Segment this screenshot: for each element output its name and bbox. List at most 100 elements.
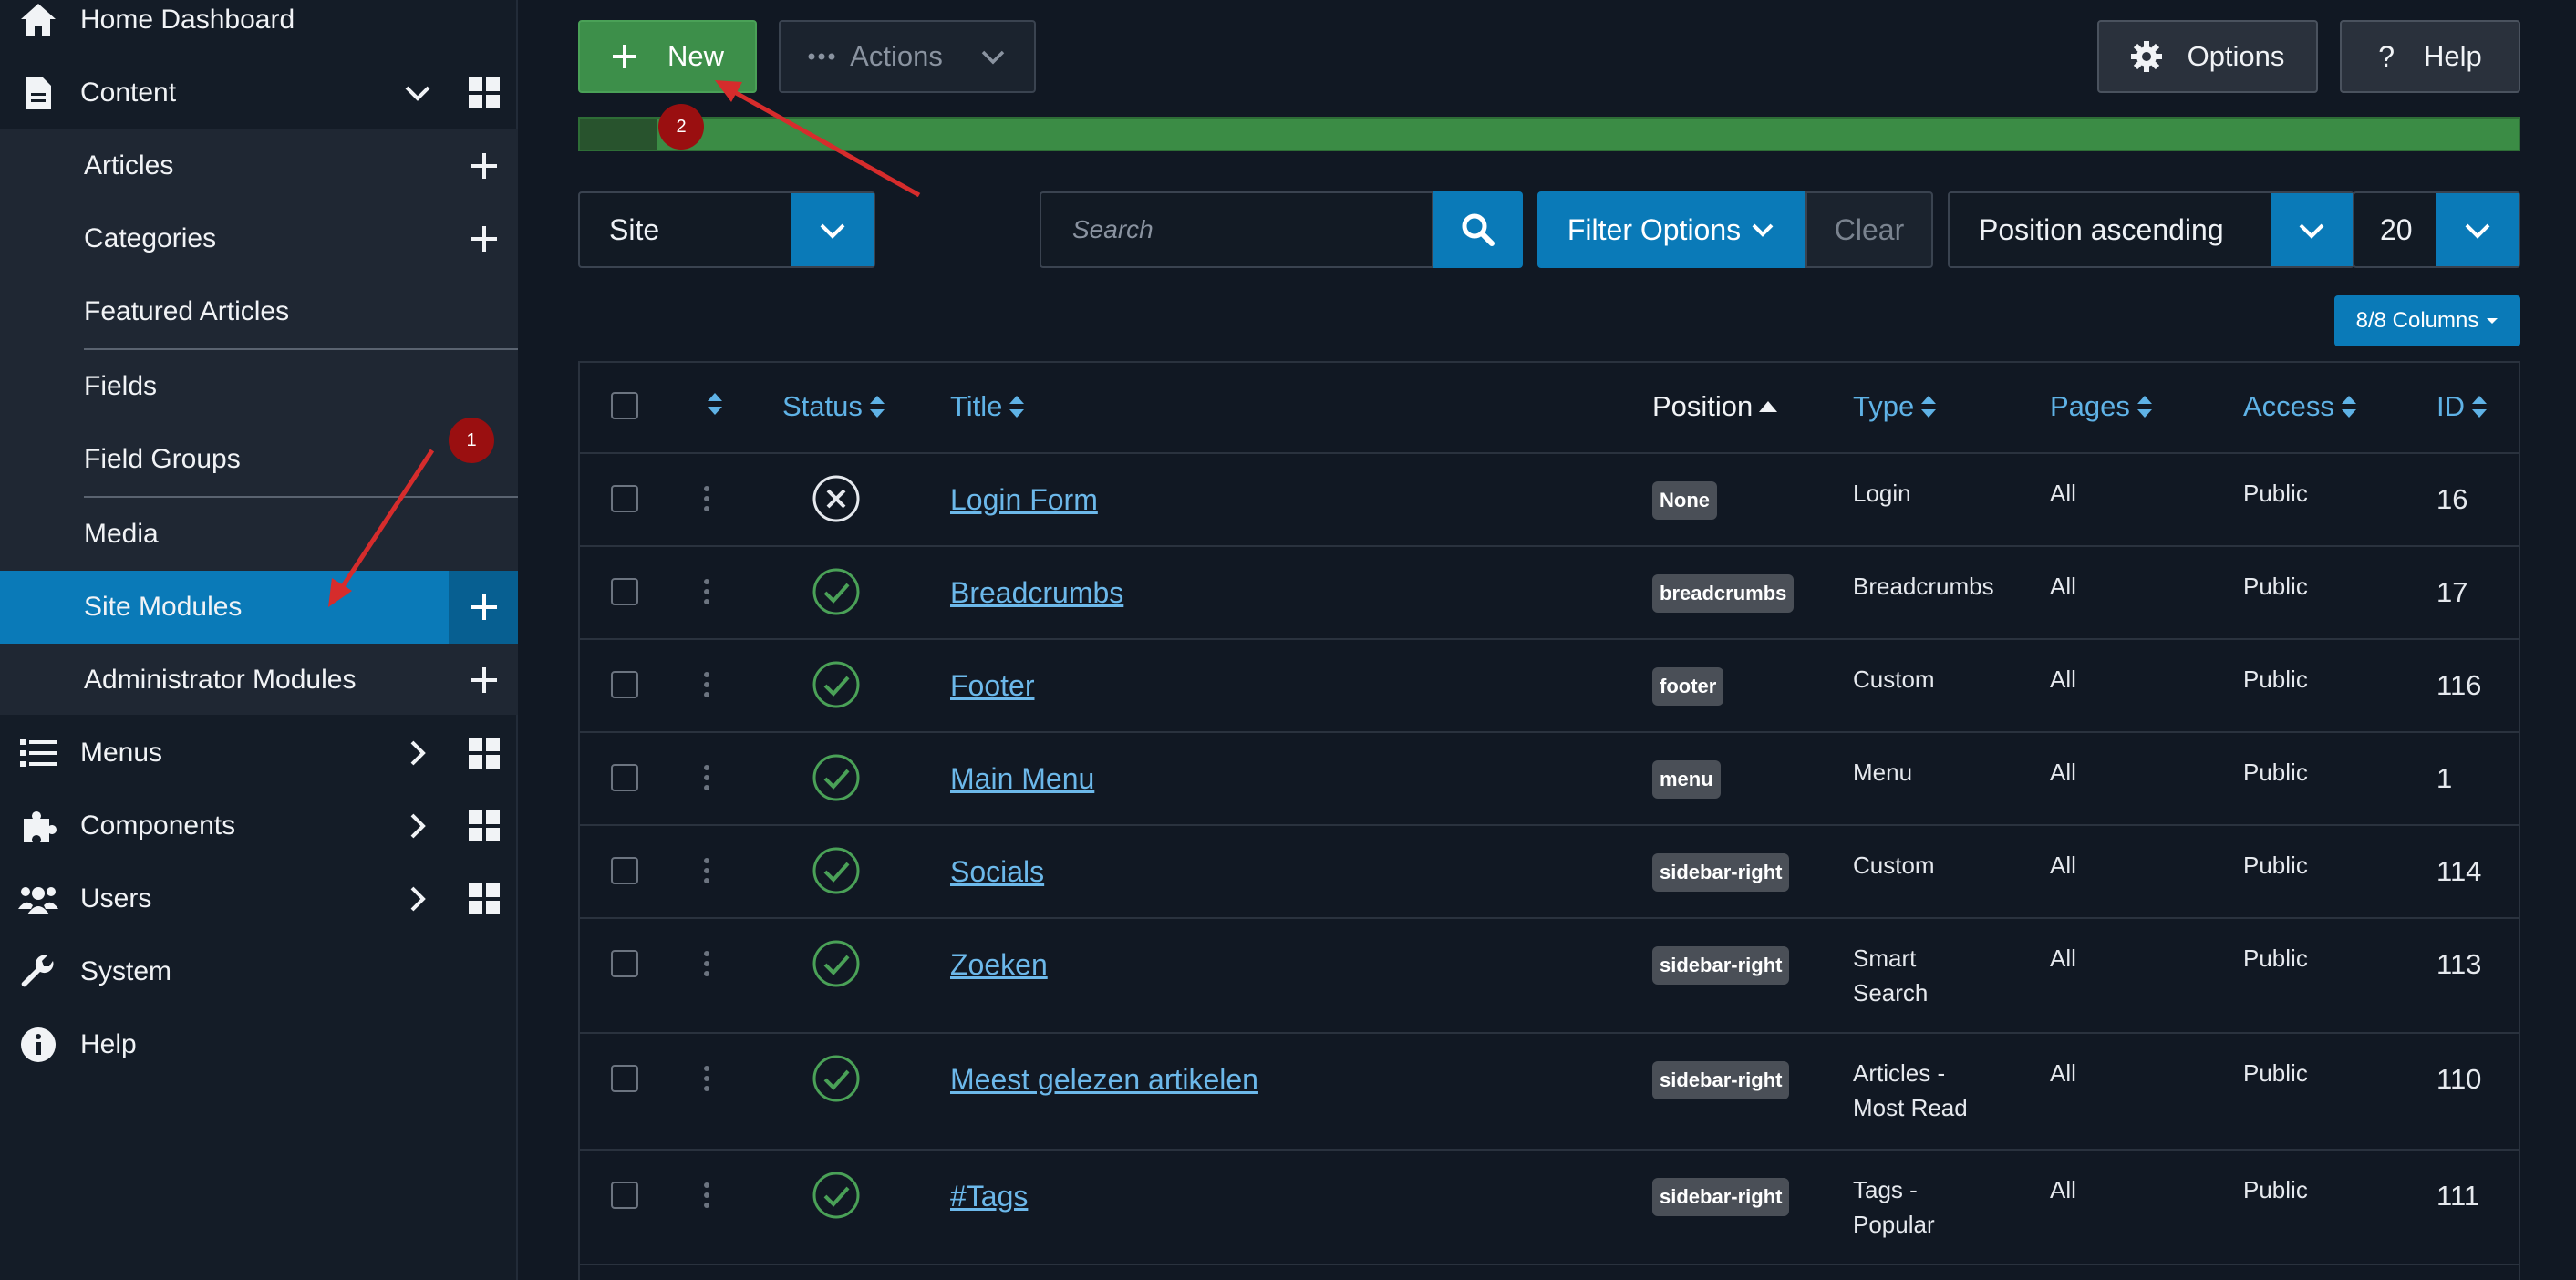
select-all-checkbox[interactable]: [611, 392, 638, 419]
chevron-down-icon[interactable]: [401, 77, 434, 109]
sidebar-item-administrator-modules[interactable]: Administrator Modules: [0, 644, 518, 717]
chevron-right-icon[interactable]: [401, 883, 434, 915]
sidebar-item-media[interactable]: Media: [0, 498, 518, 571]
columns-dropdown-button[interactable]: 8/8 Columns: [2334, 295, 2520, 346]
sidebar-item-help[interactable]: Help: [0, 1008, 518, 1081]
drag-handle-icon[interactable]: [702, 1065, 711, 1092]
published-check-icon[interactable]: [812, 939, 861, 988]
new-button[interactable]: New: [578, 20, 757, 93]
sidebar-item-content[interactable]: Content: [0, 57, 518, 129]
type-sort-header[interactable]: Type: [1853, 390, 1938, 423]
sort-icon: [1009, 396, 1025, 418]
ellipsis-icon: [808, 53, 835, 60]
filter-options-button[interactable]: Filter Options: [1537, 191, 1805, 268]
module-title-link[interactable]: Main Menu: [950, 762, 1094, 796]
sidebar-item-site-modules[interactable]: Site Modules: [0, 571, 518, 644]
sidebar-item-menus[interactable]: Menus: [0, 717, 518, 790]
published-check-icon[interactable]: [812, 1054, 861, 1103]
title-sort-header[interactable]: Title: [950, 390, 1026, 423]
limit-select[interactable]: 20: [2353, 191, 2520, 268]
drag-handle-icon[interactable]: [702, 950, 711, 977]
access-sort-header[interactable]: Access: [2243, 390, 2358, 423]
ordering-sort-header[interactable]: [706, 390, 724, 418]
published-check-icon[interactable]: [812, 660, 861, 709]
options-button-label: Options: [2187, 40, 2285, 72]
chevron-down-icon: [791, 193, 874, 266]
position-sort-header[interactable]: Position: [1652, 390, 1778, 423]
type-cell: Smart Search: [1853, 941, 1928, 1010]
row-checkbox[interactable]: [611, 671, 638, 698]
sidebar-item-articles[interactable]: Articles: [0, 129, 518, 202]
dashboard-grid-icon[interactable]: [469, 883, 500, 914]
unpublished-x-icon[interactable]: [812, 474, 861, 523]
options-button[interactable]: Options: [2097, 20, 2318, 93]
sidebar-item-components[interactable]: Components: [0, 790, 518, 862]
row-checkbox[interactable]: [611, 1065, 638, 1092]
table-row: Login Form None Login All Public 16: [580, 454, 2519, 547]
help-button[interactable]: ? Help: [2340, 20, 2520, 93]
clear-button[interactable]: Clear: [1805, 191, 1933, 268]
row-checkbox[interactable]: [611, 578, 638, 605]
ordering-select[interactable]: Position ascending: [1948, 191, 2354, 268]
sidebar-item-users[interactable]: Users: [0, 862, 518, 935]
module-title-link[interactable]: Login Form: [950, 483, 1098, 517]
search-button[interactable]: [1433, 191, 1523, 268]
status-sort-header[interactable]: Status: [782, 390, 886, 423]
module-title-link[interactable]: Meest gelezen artikelen: [950, 1063, 1258, 1097]
position-badge: menu: [1652, 760, 1721, 799]
published-check-icon[interactable]: [812, 753, 861, 802]
drag-handle-icon[interactable]: [702, 764, 711, 791]
id-sort-header[interactable]: ID: [2436, 390, 2488, 423]
module-title-link[interactable]: #Tags: [950, 1180, 1028, 1213]
sidebar-item-fields[interactable]: Fields: [0, 350, 518, 423]
chevron-right-icon[interactable]: [401, 810, 434, 842]
actions-button[interactable]: Actions: [779, 20, 1036, 93]
sidebar-item-field-groups[interactable]: Field Groups: [0, 423, 518, 496]
plus-icon[interactable]: [469, 223, 500, 254]
drag-handle-icon[interactable]: [702, 671, 711, 698]
sidebar-item-label: Home Dashboard: [80, 5, 295, 35]
chevron-down-icon: [2271, 193, 2353, 266]
sidebar-item-home-dashboard[interactable]: Home Dashboard: [0, 0, 518, 57]
row-checkbox[interactable]: [611, 950, 638, 977]
client-select[interactable]: Site: [578, 191, 875, 268]
dashboard-grid-icon[interactable]: [469, 77, 500, 108]
annotation-marker-2: 2: [658, 104, 704, 150]
module-title-link[interactable]: Breadcrumbs: [950, 576, 1123, 610]
sidebar-item-categories[interactable]: Categories: [0, 202, 518, 275]
row-checkbox[interactable]: [611, 1182, 638, 1209]
sidebar-item-system[interactable]: System: [0, 935, 518, 1008]
published-check-icon[interactable]: [812, 567, 861, 616]
pages-cell: All: [2050, 945, 2076, 972]
chevron-right-icon[interactable]: [401, 737, 434, 769]
plus-icon[interactable]: [469, 150, 500, 181]
published-check-icon[interactable]: [812, 846, 861, 895]
sidebar-item-featured-articles[interactable]: Featured Articles: [0, 275, 518, 348]
progress-bar-segment: [580, 119, 657, 150]
type-line: Breadcrumbs: [1853, 573, 1994, 600]
module-title-link[interactable]: Footer: [950, 669, 1034, 703]
module-title-link[interactable]: Zoeken: [950, 948, 1048, 982]
search-input[interactable]: Search: [1040, 191, 1433, 268]
drag-handle-icon[interactable]: [702, 857, 711, 884]
plus-icon[interactable]: [469, 665, 500, 696]
modules-table: Status Title Position Type Pages Access …: [578, 361, 2520, 1280]
drag-handle-icon[interactable]: [702, 578, 711, 605]
type-line: Login: [1853, 480, 1911, 507]
type-cell: Tags - Popular: [1853, 1172, 1935, 1242]
dashboard-grid-icon[interactable]: [469, 810, 500, 841]
published-check-icon[interactable]: [812, 1171, 861, 1220]
plus-icon[interactable]: [469, 592, 500, 623]
access-cell: Public: [2243, 666, 2308, 693]
module-title-link[interactable]: Socials: [950, 855, 1044, 889]
pages-sort-header[interactable]: Pages: [2050, 390, 2154, 423]
id-cell: 116: [2436, 669, 2482, 701]
dashboard-grid-icon[interactable]: [469, 738, 500, 769]
table-row: Main Menu menu Menu All Public 1: [580, 733, 2519, 826]
drag-handle-icon[interactable]: [702, 1182, 711, 1209]
row-checkbox[interactable]: [611, 764, 638, 791]
sidebar-item-label: Administrator Modules: [84, 665, 357, 695]
drag-handle-icon[interactable]: [702, 485, 711, 512]
row-checkbox[interactable]: [611, 485, 638, 512]
row-checkbox[interactable]: [611, 857, 638, 884]
